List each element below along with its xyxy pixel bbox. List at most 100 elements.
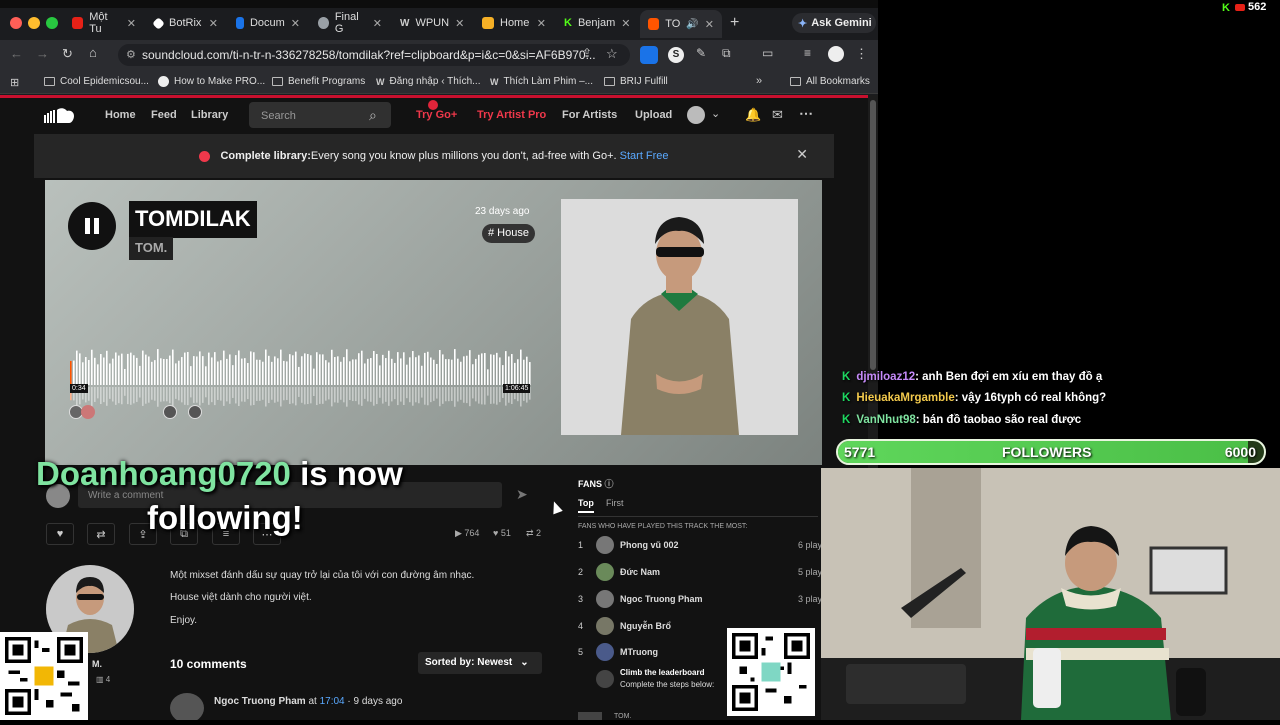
info-icon[interactable]: ⓘ bbox=[605, 479, 614, 489]
profile-avatar[interactable] bbox=[828, 46, 844, 62]
browser-menu-icon[interactable]: ⋮ bbox=[855, 46, 868, 62]
new-tab-button[interactable]: + bbox=[730, 14, 739, 32]
waveform[interactable] bbox=[70, 340, 532, 415]
apps-grid-icon[interactable]: ⊞ bbox=[10, 76, 19, 89]
close-banner-icon[interactable]: ✕ bbox=[796, 146, 808, 163]
waveform-bar bbox=[337, 356, 339, 385]
close-tab-icon[interactable]: ✕ bbox=[291, 17, 300, 30]
waveform-bar bbox=[121, 353, 123, 385]
browser-tab[interactable]: W WPUN ✕ bbox=[392, 11, 472, 35]
comment-avatar-marker[interactable] bbox=[81, 405, 95, 419]
bookmark-star-icon[interactable]: ☆ bbox=[606, 46, 618, 62]
user-avatar[interactable] bbox=[687, 106, 705, 124]
bookmark-item[interactable]: W Thích Làm Phim –... bbox=[490, 76, 593, 87]
close-tab-icon[interactable]: ✕ bbox=[621, 17, 630, 30]
notifications-bell-icon[interactable]: 🔔 bbox=[745, 107, 761, 123]
extension-pen-icon[interactable]: ✎ bbox=[696, 46, 706, 60]
fan-row[interactable]: 3 Ngoc Truong Pham 3 plays bbox=[578, 589, 828, 609]
tab-top[interactable]: Top bbox=[578, 498, 594, 513]
tab-label: Benjam bbox=[577, 17, 616, 29]
waveform-reflection-bar bbox=[232, 387, 234, 398]
close-window-button[interactable] bbox=[10, 17, 22, 29]
bookmark-item[interactable]: BRIJ Fulfill bbox=[604, 76, 668, 87]
waveform-bar bbox=[466, 355, 468, 385]
tab-first[interactable]: First bbox=[606, 498, 624, 508]
close-tab-icon[interactable]: ✕ bbox=[705, 18, 714, 31]
comment-avatar-marker[interactable] bbox=[188, 405, 202, 419]
close-tab-icon[interactable]: ✕ bbox=[127, 17, 136, 30]
fan-row[interactable]: 2 Đức Nam 5 plays bbox=[578, 562, 828, 582]
extension-s-icon[interactable]: S bbox=[668, 47, 684, 63]
browser-tab[interactable]: BotRix ✕ bbox=[146, 11, 226, 35]
fan-row[interactable]: 1 Phong vũ 002 6 plays bbox=[578, 535, 828, 555]
browser-tab[interactable]: K Benjam ✕ bbox=[556, 11, 636, 35]
speaker-icon[interactable]: 🔊 bbox=[686, 19, 698, 30]
waveform-bar bbox=[421, 365, 423, 385]
site-settings-icon[interactable]: ⚙ bbox=[126, 48, 136, 61]
chevron-down-icon[interactable]: ⌄ bbox=[711, 107, 720, 120]
cast-icon[interactable]: ▭ bbox=[762, 46, 773, 60]
forward-icon[interactable]: → bbox=[36, 46, 49, 61]
browser-tab[interactable]: Một Tu ✕ bbox=[64, 11, 144, 35]
bookmark-item[interactable]: How to Make PRO... bbox=[158, 76, 265, 87]
close-tab-icon[interactable]: ✕ bbox=[537, 17, 546, 30]
waveform-bar bbox=[328, 362, 330, 385]
extension-icon[interactable] bbox=[640, 46, 658, 64]
track-artist[interactable]: TOM. bbox=[129, 237, 174, 260]
nav-home[interactable]: Home bbox=[105, 109, 136, 121]
comment-avatar-marker[interactable] bbox=[163, 405, 177, 419]
reload-icon[interactable]: ↻ bbox=[62, 46, 73, 62]
try-artist-pro-link[interactable]: Try Artist Pro bbox=[477, 109, 546, 121]
bookmark-item[interactable]: Benefit Programs bbox=[272, 76, 365, 87]
waveform-bar bbox=[139, 365, 141, 385]
home-icon[interactable]: ⌂ bbox=[89, 45, 97, 60]
install-app-icon[interactable]: ⇪ bbox=[582, 46, 592, 60]
back-icon[interactable]: ← bbox=[10, 46, 23, 61]
genre-tag[interactable]: # House bbox=[482, 224, 535, 243]
soundcloud-logo-icon[interactable] bbox=[44, 107, 82, 123]
waveform-bar bbox=[472, 364, 474, 385]
browser-tab[interactable]: Docum ✕ bbox=[228, 11, 308, 35]
close-tab-icon[interactable]: ✕ bbox=[373, 17, 382, 30]
waveform-bar bbox=[442, 354, 444, 385]
browser-tab-active[interactable]: TO 🔊 ✕ bbox=[640, 10, 722, 38]
sort-dropdown[interactable]: Sorted by: Newest ⌄ bbox=[418, 652, 542, 674]
messages-mail-icon[interactable]: ✉ bbox=[772, 107, 783, 123]
url-bar[interactable]: ⚙ soundcloud.com/ti-n-tr-n-336278258/tomd… bbox=[118, 44, 630, 66]
close-tab-icon[interactable]: ✕ bbox=[209, 17, 218, 30]
extensions-puzzle-icon[interactable]: ⧉ bbox=[722, 46, 731, 61]
waveform-reflection-bar bbox=[415, 387, 417, 403]
ask-gemini-button[interactable]: ✦ Ask Gemini bbox=[792, 13, 876, 33]
send-comment-icon[interactable]: ➤ bbox=[516, 486, 528, 503]
leaderboard-title: Climb the leaderboard bbox=[620, 668, 705, 677]
more-bookmarks-icon[interactable]: » bbox=[756, 75, 762, 87]
zoom-window-button[interactable] bbox=[46, 17, 58, 29]
nav-feed[interactable]: Feed bbox=[151, 109, 177, 121]
media-icon[interactable]: ≡ bbox=[804, 46, 811, 60]
search-icon[interactable]: ⌕ bbox=[369, 107, 377, 124]
commenter-name[interactable]: Ngoc Truong Pham bbox=[214, 696, 306, 707]
minimize-window-button[interactable] bbox=[28, 17, 40, 29]
all-bookmarks-button[interactable]: All Bookmarks bbox=[790, 76, 870, 87]
try-go-plus-link[interactable]: Try Go+ bbox=[416, 109, 457, 121]
artist-short-name[interactable]: M. bbox=[92, 659, 102, 669]
start-free-link[interactable]: Start Free bbox=[620, 150, 669, 162]
waveform-reflection-bar bbox=[298, 387, 300, 397]
comment-timestamp[interactable]: 17:04 bbox=[320, 696, 345, 707]
waveform-bar bbox=[334, 357, 336, 385]
waveform-reflection-bar bbox=[466, 387, 468, 404]
scrollbar-thumb[interactable] bbox=[870, 100, 876, 370]
bookmark-item[interactable]: W Đăng nhập ‹ Thích... bbox=[376, 76, 480, 87]
commenter-avatar[interactable] bbox=[170, 693, 204, 720]
browser-tab[interactable]: Home ✕ bbox=[474, 11, 554, 35]
upload-link[interactable]: Upload bbox=[635, 109, 672, 121]
pause-button[interactable] bbox=[68, 202, 116, 250]
chat-username: djmiloaz12 bbox=[856, 371, 916, 383]
for-artists-link[interactable]: For Artists bbox=[562, 109, 617, 121]
more-menu-icon[interactable]: ⋯ bbox=[799, 105, 813, 122]
bookmark-item[interactable]: Cool Epidemicsou... bbox=[44, 76, 149, 87]
nav-library[interactable]: Library bbox=[191, 109, 228, 121]
browser-tab[interactable]: Final G ✕ bbox=[310, 11, 390, 35]
close-tab-icon[interactable]: ✕ bbox=[455, 17, 464, 30]
waveform-bar bbox=[166, 358, 168, 385]
